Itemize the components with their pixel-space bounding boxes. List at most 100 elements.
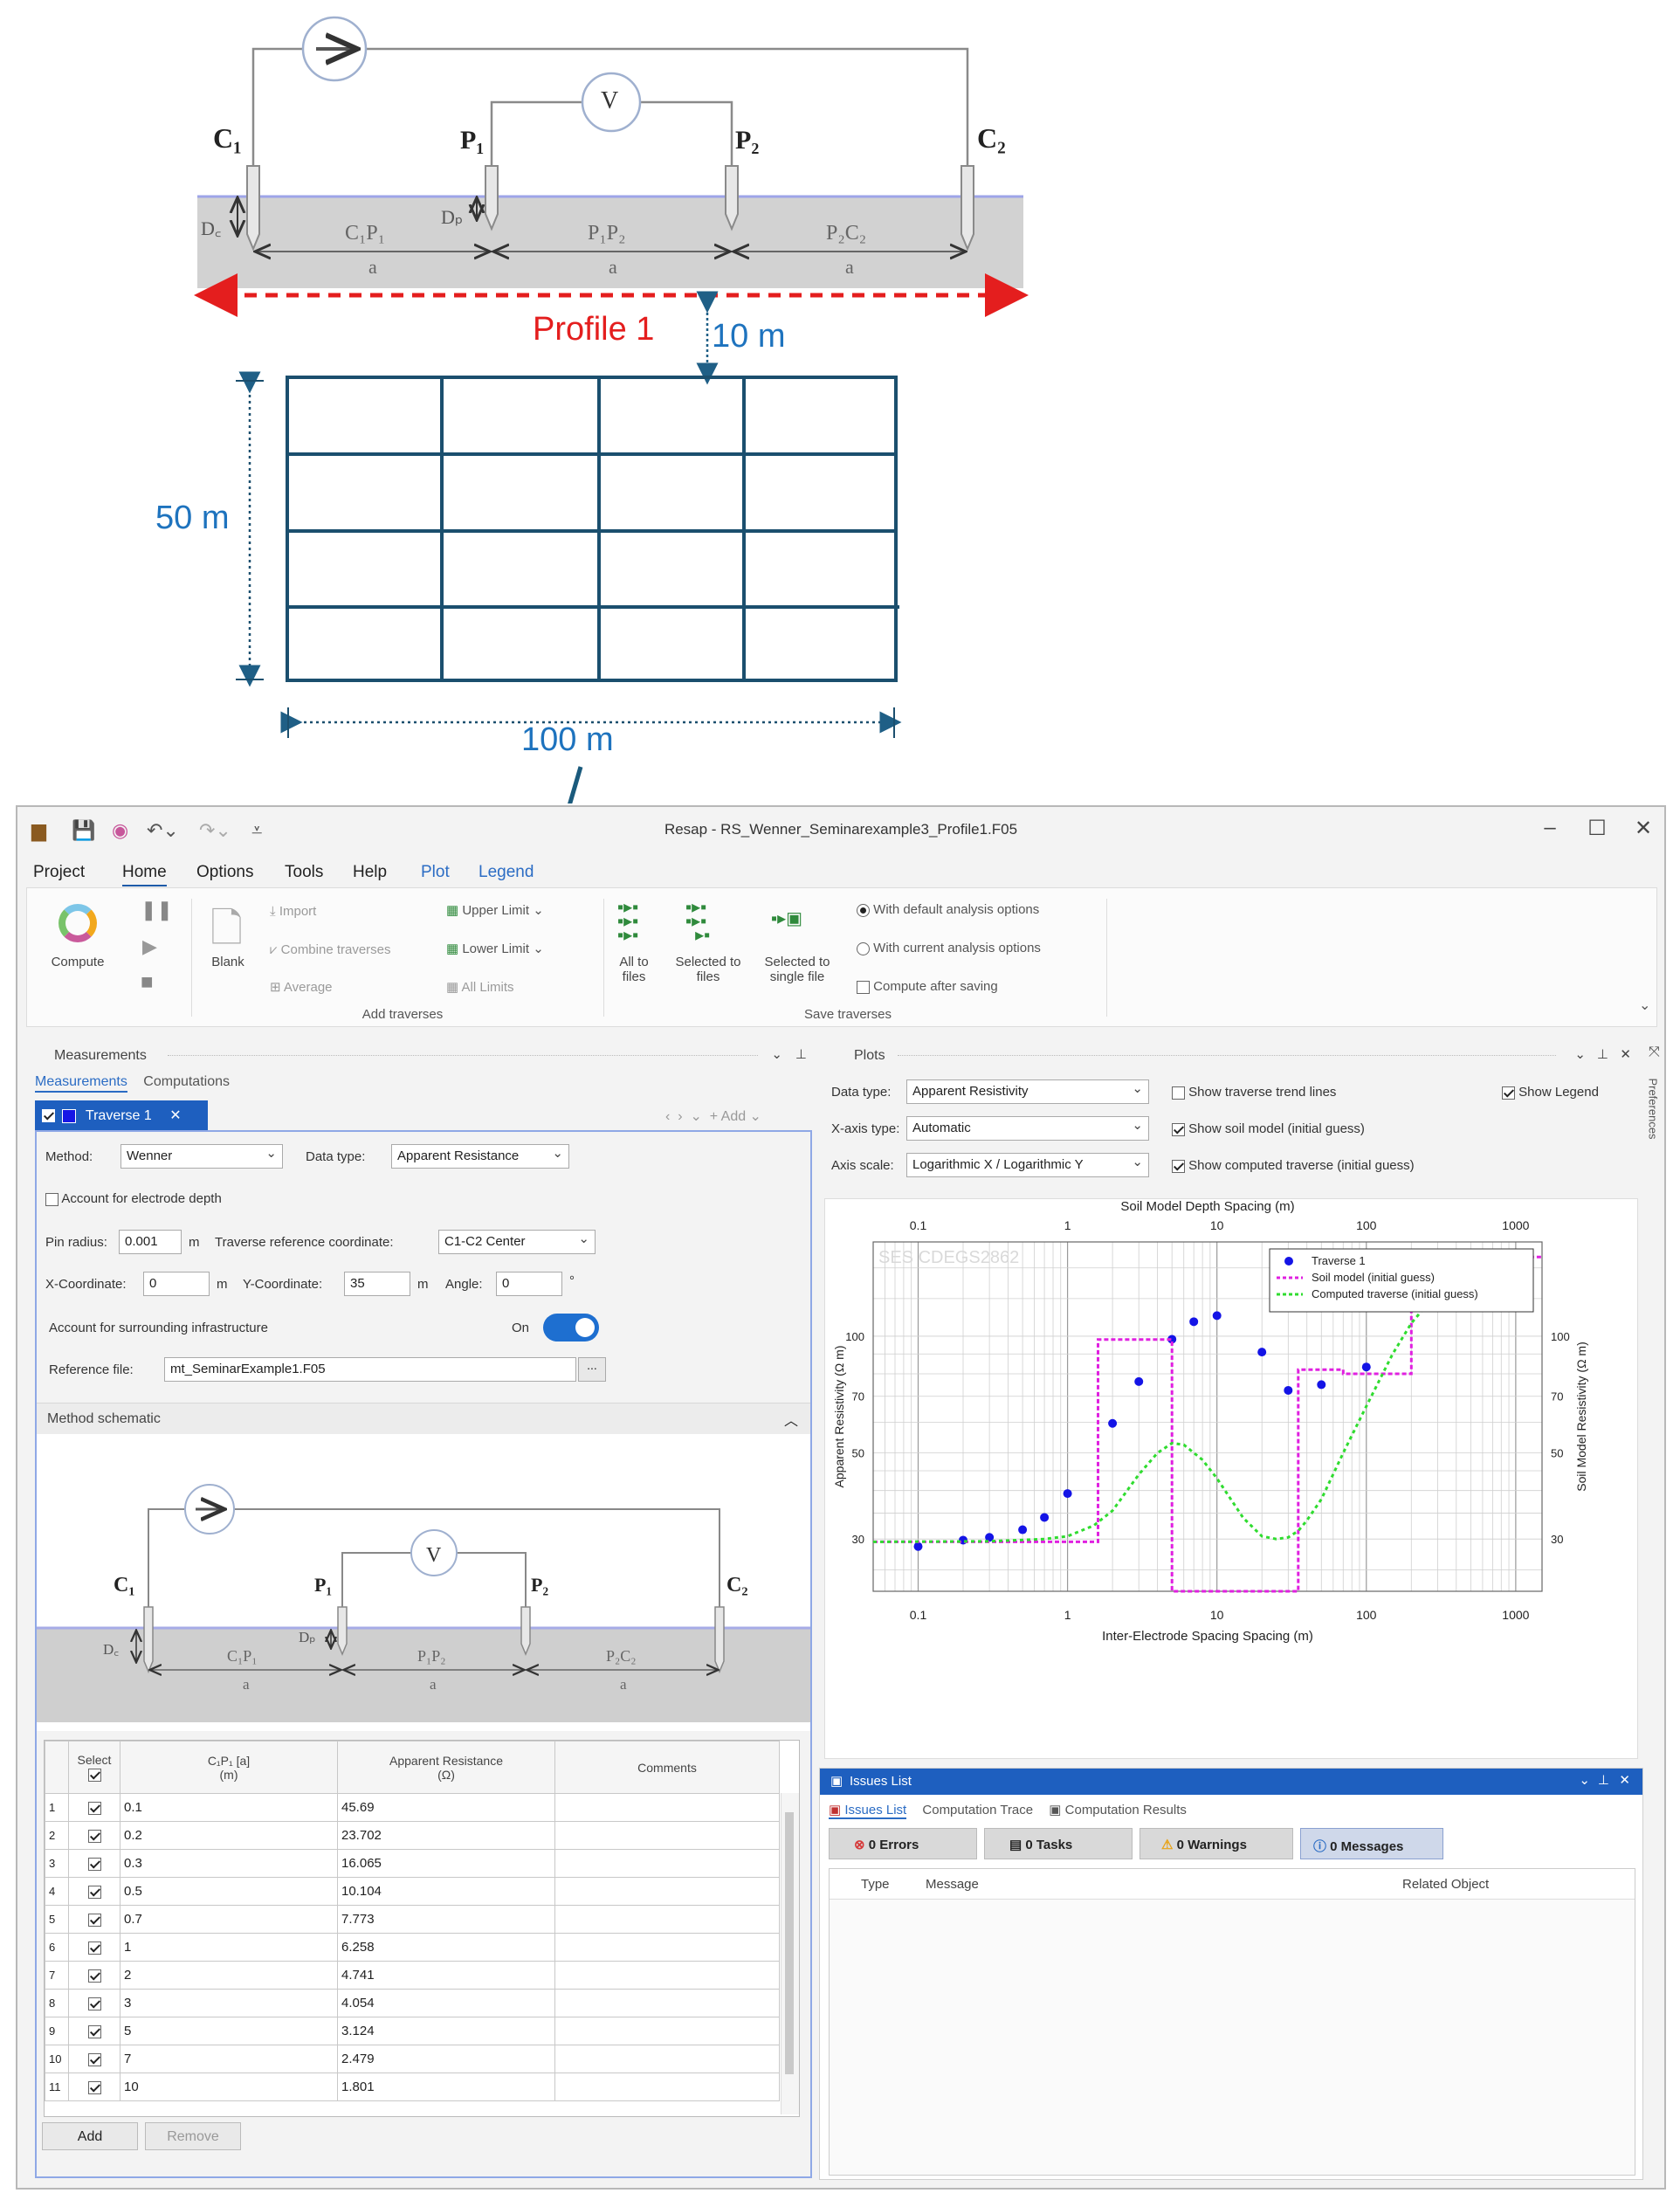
- row-select-cell[interactable]: [68, 1905, 120, 1934]
- table-row[interactable]: 2 0.2 23.702: [45, 1821, 780, 1850]
- resistance-cell[interactable]: 10.104: [337, 1877, 555, 1906]
- row-checkbox[interactable]: [87, 1801, 101, 1815]
- comment-cell[interactable]: [554, 1821, 780, 1850]
- spacing-cell[interactable]: 0.7: [120, 1905, 338, 1934]
- all-to-files-button[interactable]: All to files: [612, 955, 656, 984]
- col-select[interactable]: Select: [68, 1741, 120, 1794]
- comment-cell[interactable]: [554, 1793, 780, 1822]
- tab-issues-list[interactable]: ▣ Issues List: [829, 1803, 907, 1819]
- table-scrollbar[interactable]: [781, 1793, 799, 2114]
- menu-tools[interactable]: Tools: [285, 863, 323, 882]
- col-comments[interactable]: Comments: [554, 1741, 780, 1794]
- nav-list-icon[interactable]: ⌄: [690, 1109, 701, 1124]
- comment-cell[interactable]: [554, 1961, 780, 1990]
- comment-cell[interactable]: [554, 1933, 780, 1962]
- traverse-tab[interactable]: Traverse 1 ✕: [35, 1100, 208, 1130]
- table-row[interactable]: 7 2 4.741: [45, 1961, 780, 1990]
- menu-options[interactable]: Options: [196, 863, 253, 882]
- refcoord-select[interactable]: C1-C2 Center: [438, 1230, 596, 1254]
- issues-close-icon[interactable]: ✕: [1619, 1772, 1630, 1788]
- row-select-cell[interactable]: [68, 2045, 120, 2073]
- selected-to-files-button[interactable]: Selected to files: [673, 955, 743, 984]
- row-checkbox[interactable]: [87, 2080, 101, 2094]
- show-legend-checkbox[interactable]: [1502, 1086, 1515, 1100]
- minimize-button[interactable]: –: [1532, 816, 1567, 840]
- menu-home[interactable]: Home: [122, 863, 167, 886]
- comment-cell[interactable]: [554, 1905, 780, 1934]
- table-row[interactable]: 10 7 2.479: [45, 2045, 780, 2073]
- all-limits-button[interactable]: ▦ All Limits: [446, 979, 514, 995]
- stop-icon[interactable]: ■: [141, 970, 154, 995]
- account-depth-checkbox[interactable]: [45, 1192, 59, 1206]
- col-type[interactable]: Type: [861, 1877, 890, 1892]
- table-row[interactable]: 9 5 3.124: [45, 2017, 780, 2045]
- comment-cell[interactable]: [554, 2045, 780, 2073]
- select-all-checkbox[interactable]: [87, 1768, 101, 1782]
- resistance-cell[interactable]: 2.479: [337, 2045, 555, 2073]
- plots-close-icon[interactable]: ✕: [1620, 1046, 1631, 1062]
- row-select-cell[interactable]: [68, 1961, 120, 1990]
- comment-cell[interactable]: [554, 2073, 780, 2101]
- tab-measurements[interactable]: Measurements: [35, 1074, 127, 1093]
- row-checkbox[interactable]: [87, 1885, 101, 1899]
- menu-help[interactable]: Help: [353, 863, 387, 882]
- resistance-cell[interactable]: 23.702: [337, 1821, 555, 1850]
- issues-menu-icon[interactable]: ⌄: [1579, 1772, 1590, 1788]
- table-row[interactable]: 6 1 6.258: [45, 1933, 780, 1962]
- ribbon-collapse-icon[interactable]: ⌄: [1639, 997, 1650, 1014]
- plots-menu-icon[interactable]: ⌄: [1574, 1046, 1586, 1062]
- pin-radius-input[interactable]: 0.001: [119, 1230, 182, 1254]
- method-select[interactable]: Wenner: [120, 1144, 283, 1169]
- show-trend-checkbox[interactable]: [1172, 1086, 1185, 1100]
- plots-pin-icon[interactable]: ⊥: [1597, 1046, 1608, 1062]
- resistance-cell[interactable]: 6.258: [337, 1933, 555, 1962]
- maximize-button[interactable]: ☐: [1580, 816, 1615, 841]
- remove-row-button[interactable]: Remove: [145, 2122, 241, 2150]
- row-checkbox[interactable]: [87, 2052, 101, 2066]
- row-select-cell[interactable]: [68, 1877, 120, 1906]
- comment-cell[interactable]: [554, 1989, 780, 2017]
- blank-button[interactable]: Blank: [202, 955, 254, 969]
- table-row[interactable]: 11 10 1.801: [45, 2073, 780, 2101]
- resistance-cell[interactable]: 16.065: [337, 1849, 555, 1878]
- option-default-analysis[interactable]: With default analysis options: [857, 902, 1039, 917]
- resistance-cell[interactable]: 4.741: [337, 1961, 555, 1990]
- schematic-header[interactable]: Method schematic ︿: [37, 1403, 810, 1435]
- comment-cell[interactable]: [554, 2017, 780, 2045]
- step-icon[interactable]: ▶: [142, 935, 157, 958]
- errors-filter[interactable]: ⊗ 0 Errors: [829, 1828, 977, 1859]
- import-button[interactable]: ⤓ Import: [270, 904, 316, 919]
- all-to-files-icon[interactable]: ▪▸▪ ▪▸▪ ▪▸▪: [617, 899, 638, 944]
- resistance-cell[interactable]: 4.054: [337, 1989, 555, 2017]
- tab-computation-trace[interactable]: Computation Trace: [922, 1803, 1033, 1817]
- nav-prev-icon[interactable]: ‹: [665, 1109, 670, 1124]
- issues-pin-icon[interactable]: ⊥: [1598, 1772, 1609, 1788]
- pin-icon[interactable]: ⊥: [795, 1046, 807, 1062]
- show-soil-checkbox[interactable]: [1172, 1122, 1185, 1136]
- show-computed-option[interactable]: Show computed traverse (initial guess): [1172, 1158, 1415, 1173]
- row-select-cell[interactable]: [68, 1933, 120, 1962]
- row-checkbox[interactable]: [87, 2024, 101, 2038]
- spacing-cell[interactable]: 0.3: [120, 1849, 338, 1878]
- row-select-cell[interactable]: [68, 1849, 120, 1878]
- browse-button[interactable]: ...: [578, 1357, 606, 1382]
- spacing-cell[interactable]: 0.5: [120, 1877, 338, 1906]
- col-related-object[interactable]: Related Object: [1402, 1877, 1489, 1892]
- col-message[interactable]: Message: [926, 1877, 979, 1892]
- spacing-cell[interactable]: 7: [120, 2045, 338, 2073]
- row-checkbox[interactable]: [87, 1997, 101, 2010]
- comment-cell[interactable]: [554, 1877, 780, 1906]
- infrastructure-toggle[interactable]: [543, 1314, 599, 1341]
- tab-computations[interactable]: Computations: [143, 1074, 230, 1089]
- pause-icon[interactable]: ❚❚: [141, 899, 173, 921]
- spacing-cell[interactable]: 2: [120, 1961, 338, 1990]
- selected-to-files-icon[interactable]: ▪▸▪ ▪▸▪ ▸▪: [685, 899, 710, 944]
- upper-limit-button[interactable]: ▦ Upper Limit ⌄: [446, 902, 544, 918]
- selected-single-icon[interactable]: ▪▸▣: [771, 907, 802, 929]
- reference-file-input[interactable]: mt_SeminarExample1.F05: [164, 1357, 576, 1382]
- table-row[interactable]: 3 0.3 16.065: [45, 1849, 780, 1878]
- option-current-analysis[interactable]: With current analysis options: [857, 941, 1041, 955]
- col-spacing[interactable]: C₁P₁ [a] (m): [120, 1741, 338, 1794]
- side-collapse-icon[interactable]: ⤧: [1649, 1045, 1660, 1060]
- compute-icon[interactable]: [59, 904, 97, 942]
